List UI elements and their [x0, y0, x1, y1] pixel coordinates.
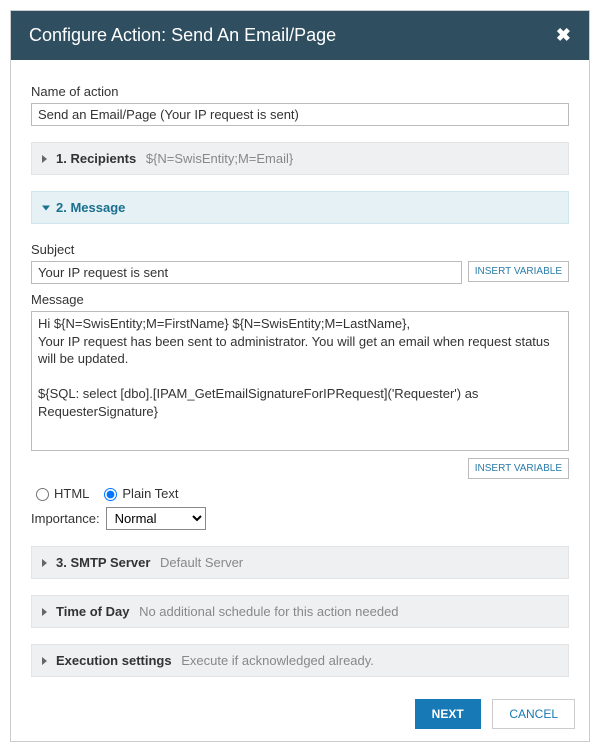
section-execution[interactable]: Execution settings Execute if acknowledg… [31, 644, 569, 677]
cancel-button[interactable]: CANCEL [492, 699, 575, 729]
format-radio-group: HTML Plain Text [31, 485, 569, 501]
section-smtp-title: 3. SMTP Server [56, 555, 150, 570]
chevron-right-icon [42, 608, 47, 616]
dialog-body: Name of action 1. Recipients ${N=SwisEnt… [11, 60, 589, 689]
importance-row: Importance: Normal [31, 507, 569, 530]
section-recipients-title: 1. Recipients [56, 151, 136, 166]
section-message[interactable]: 2. Message [31, 191, 569, 224]
section-execution-summary: Execute if acknowledged already. [181, 653, 374, 668]
format-plain-radio[interactable] [104, 488, 117, 501]
section-smtp-summary: Default Server [160, 555, 243, 570]
section-time-of-day[interactable]: Time of Day No additional schedule for t… [31, 595, 569, 628]
section-message-title: 2. Message [56, 200, 125, 215]
dialog-title: Configure Action: Send An Email/Page [29, 25, 336, 46]
dialog-header: Configure Action: Send An Email/Page ✖ [11, 11, 589, 60]
format-html-label[interactable]: HTML [54, 486, 89, 501]
message-label: Message [31, 292, 569, 307]
insert-variable-subject-button[interactable]: INSERT VARIABLE [468, 261, 569, 282]
next-button[interactable]: NEXT [415, 699, 481, 729]
close-icon[interactable]: ✖ [556, 25, 571, 46]
section-recipients-summary: ${N=SwisEntity;M=Email} [146, 151, 293, 166]
configure-action-dialog: Configure Action: Send An Email/Page ✖ N… [10, 10, 590, 742]
importance-label: Importance: [31, 511, 100, 526]
section-time-title: Time of Day [56, 604, 129, 619]
section-smtp[interactable]: 3. SMTP Server Default Server [31, 546, 569, 579]
chevron-down-icon [42, 205, 50, 210]
message-panel: Subject INSERT VARIABLE Message INSERT V… [31, 224, 569, 530]
dialog-footer: NEXT CANCEL [11, 689, 589, 741]
section-recipients[interactable]: 1. Recipients ${N=SwisEntity;M=Email} [31, 142, 569, 175]
insert-variable-message-button[interactable]: INSERT VARIABLE [468, 458, 569, 479]
name-label: Name of action [31, 84, 569, 99]
subject-label: Subject [31, 242, 569, 257]
chevron-right-icon [42, 559, 47, 567]
section-time-summary: No additional schedule for this action n… [139, 604, 398, 619]
message-textarea[interactable] [31, 311, 569, 451]
subject-input[interactable] [31, 261, 462, 284]
chevron-right-icon [42, 155, 47, 163]
chevron-right-icon [42, 657, 47, 665]
importance-select[interactable]: Normal [106, 507, 206, 530]
name-input[interactable] [31, 103, 569, 126]
section-execution-title: Execution settings [56, 653, 172, 668]
format-html-radio[interactable] [36, 488, 49, 501]
format-plain-label[interactable]: Plain Text [122, 486, 178, 501]
